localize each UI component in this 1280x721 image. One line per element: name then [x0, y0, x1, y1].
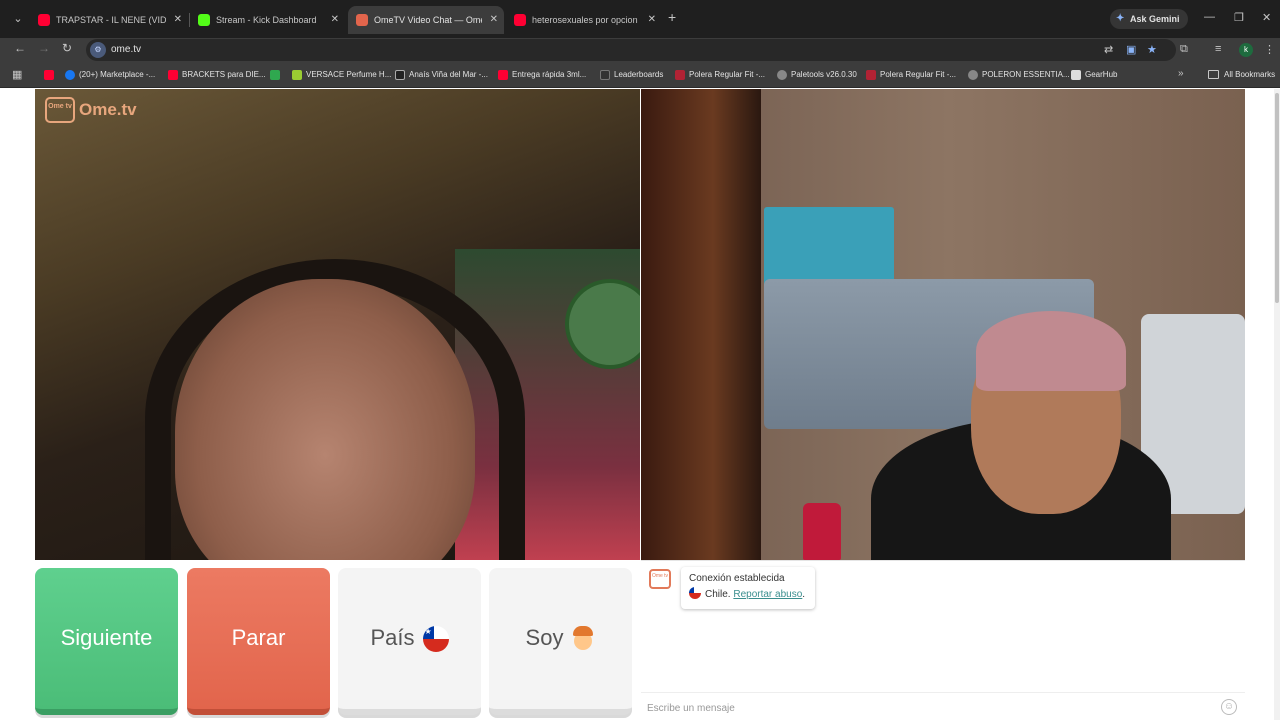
- self-video: [641, 89, 1245, 560]
- connection-status: Conexión establecida: [689, 573, 785, 584]
- tab-title: OmeTV Video Chat — Ome...: [374, 15, 482, 25]
- ometv-chat-icon: Ome tv: [649, 569, 671, 589]
- emoji-icon[interactable]: ☺: [1221, 699, 1237, 715]
- boy-icon: [571, 626, 595, 652]
- all-bookmarks-button[interactable]: All Bookmarks: [1208, 62, 1275, 88]
- tab-search-icon[interactable]: ⌄: [8, 9, 28, 29]
- gender-label: Soy: [525, 625, 564, 650]
- video-figure-face: [175, 279, 475, 560]
- profile-avatar[interactable]: k: [1239, 43, 1253, 57]
- globe-icon: [968, 70, 978, 80]
- youtube-icon: [498, 70, 508, 80]
- bookmarks-bar: ▦ (20+) Marketplace -... BRACKETS para D…: [0, 62, 1280, 88]
- tab-title: Stream - Kick Dashboard: [216, 15, 317, 25]
- chat-input-row: ☺: [641, 692, 1245, 721]
- bookmark-paletools[interactable]: Paletools v26.0.30: [777, 62, 857, 88]
- restore-icon[interactable]: ❐: [1234, 11, 1244, 24]
- youtube-icon: [514, 14, 526, 26]
- forward-icon[interactable]: →: [38, 41, 50, 55]
- chile-flag-icon: [689, 587, 701, 599]
- ask-gemini-label: Ask Gemini: [1130, 14, 1180, 24]
- apps-grid-icon[interactable]: ▦: [12, 68, 22, 81]
- back-icon[interactable]: ←: [14, 41, 26, 55]
- tab-ometv[interactable]: OmeTV Video Chat — Ome... ✕: [348, 6, 504, 34]
- bookmark-anais[interactable]: Anaís Viña del Mar -...: [395, 62, 488, 88]
- close-icon[interactable]: ✕: [174, 6, 182, 34]
- minimize-icon[interactable]: —: [1204, 11, 1215, 23]
- chile-flag-icon: ★: [422, 626, 449, 653]
- facebook-icon: [65, 70, 75, 80]
- url-text[interactable]: ome.tv: [111, 39, 141, 61]
- logo-text: Ome.tv: [79, 100, 137, 119]
- green-site-icon: [270, 70, 280, 80]
- youtube-icon: [44, 70, 54, 80]
- ask-gemini-button[interactable]: ✦ Ask Gemini: [1110, 9, 1188, 29]
- bookmark-poleron[interactable]: POLERON ESSENTIA...: [968, 62, 1070, 88]
- video-speaker: [803, 503, 841, 560]
- video-room-door: [641, 89, 761, 560]
- bookmark-leaderboards[interactable]: Leaderboards: [600, 62, 663, 88]
- tab-trapstar[interactable]: TRAPSTAR - IL NENE (VIDEO O... ✕: [30, 6, 188, 34]
- page-content: Ome tv Ome.tv Siguiente Parar País ★ Soy …: [0, 89, 1280, 720]
- video-figure-cap: [976, 311, 1126, 391]
- bookmark-marketplace[interactable]: (20+) Marketplace -...: [65, 62, 155, 88]
- chat-panel: Ome tv Conexión establecida Chile. Repor…: [641, 560, 1245, 720]
- translate-icon[interactable]: ⇄: [1104, 43, 1113, 56]
- globe-icon: [777, 70, 787, 80]
- youtube-icon: [168, 70, 178, 80]
- shop-icon: [292, 70, 302, 80]
- tab-title: heterosexuales por opcion ofic...: [532, 15, 640, 25]
- close-icon[interactable]: ✕: [331, 6, 339, 34]
- address-bar[interactable]: ⚙ ome.tv ⇄ ▣ ★: [86, 39, 1176, 61]
- gearhub-icon: [1071, 70, 1081, 80]
- gender-button[interactable]: Soy: [489, 568, 632, 715]
- system-message: Conexión establecida Chile. Reportar abu…: [681, 567, 815, 609]
- tv-icon: Ome tv: [45, 97, 75, 123]
- bookmark-gearhub[interactable]: GearHub: [1071, 62, 1117, 88]
- page-scrollbar[interactable]: [1274, 89, 1280, 720]
- close-icon[interactable]: ✕: [490, 6, 498, 34]
- menu-icon[interactable]: ⋮: [1264, 43, 1275, 56]
- close-icon[interactable]: ✕: [648, 6, 656, 34]
- leaderboard-icon: [600, 70, 610, 80]
- tab-heterosexuales[interactable]: heterosexuales por opcion ofic... ✕: [506, 6, 662, 34]
- chevron-right-icon[interactable]: »: [1178, 68, 1184, 79]
- stop-button[interactable]: Parar: [187, 568, 330, 715]
- bookmark-brackets[interactable]: BRACKETS para DIE...: [168, 62, 266, 88]
- bookmark-entrega[interactable]: Entrega rápida 3ml...: [498, 62, 586, 88]
- bookmark-polera-2[interactable]: Polera Regular Fit -...: [866, 62, 956, 88]
- country-label: País: [370, 625, 415, 650]
- browser-toolbar: ← → ↻ ⚙ ome.tv ⇄ ▣ ★ ⧉ ≡ k ⋮: [0, 38, 1280, 62]
- country-button[interactable]: País ★: [338, 568, 481, 715]
- shop-icon: [866, 70, 876, 80]
- tab-title: TRAPSTAR - IL NENE (VIDEO O...: [56, 15, 166, 25]
- cast-icon[interactable]: ▣: [1126, 43, 1136, 56]
- site-icon: [395, 70, 405, 80]
- folder-icon: [1208, 70, 1219, 79]
- scrollbar-thumb[interactable]: [1275, 93, 1279, 303]
- partner-country: Chile. Reportar abuso.: [689, 587, 807, 603]
- bookmark-polera-1[interactable]: Polera Regular Fit -...: [675, 62, 765, 88]
- ometv-logo: Ome tv Ome.tv: [45, 95, 137, 125]
- reload-icon[interactable]: ↻: [62, 41, 72, 55]
- ometv-icon: [356, 14, 368, 26]
- close-window-icon[interactable]: ✕: [1262, 11, 1271, 24]
- stranger-video: Ome tv Ome.tv: [35, 89, 640, 560]
- kick-icon: [198, 14, 210, 26]
- youtube-icon: [38, 14, 50, 26]
- reading-list-icon[interactable]: ≡: [1215, 43, 1221, 55]
- tab-strip: ⌄ TRAPSTAR - IL NENE (VIDEO O... ✕ Strea…: [0, 0, 1280, 38]
- extensions-icon[interactable]: ⧉: [1180, 43, 1188, 56]
- bookmark-versace[interactable]: VERSACE Perfume H...: [292, 62, 391, 88]
- tab-kick-dashboard[interactable]: Stream - Kick Dashboard ✕: [190, 6, 345, 34]
- message-input[interactable]: [647, 698, 1207, 718]
- site-info-icon[interactable]: ⚙: [90, 42, 106, 58]
- video-bed-headboard: [764, 207, 894, 287]
- report-abuse-link[interactable]: Reportar abuso: [733, 589, 802, 600]
- shop-icon: [675, 70, 685, 80]
- next-button[interactable]: Siguiente: [35, 568, 178, 715]
- gemini-icon: ✦: [1116, 13, 1125, 24]
- bookmark-star-icon[interactable]: ★: [1147, 43, 1157, 56]
- new-tab-button[interactable]: +: [668, 9, 676, 25]
